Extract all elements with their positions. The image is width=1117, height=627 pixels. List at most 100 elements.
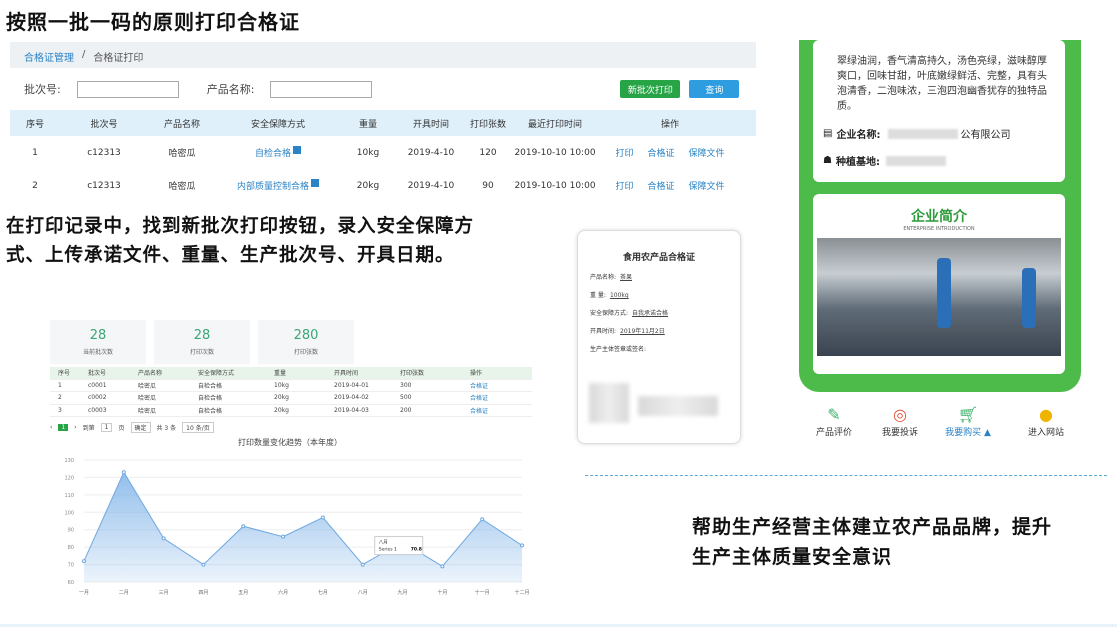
print-link[interactable]: 打印 <box>615 146 633 159</box>
stat-label: 打印张数 <box>293 349 318 356</box>
batch-input[interactable] <box>76 80 179 98</box>
x-tick-label: 七月 <box>318 589 328 596</box>
total-count: 共 3 条 <box>156 424 177 432</box>
certificate-key: 安全保障方式: <box>590 310 629 317</box>
y-tick-label: 110 <box>64 493 74 499</box>
factory-photo <box>817 238 1061 356</box>
cell: c0001 <box>88 381 107 389</box>
stat-label: 打印次数 <box>189 349 214 356</box>
cell: 20kg <box>356 180 380 191</box>
x-tick-label: 四月 <box>198 590 208 596</box>
certificate-key: 生产主体签章或签名: <box>590 346 647 353</box>
certificate-key: 重 量: <box>590 292 606 299</box>
stat-card: 28 当前批次数 <box>50 320 146 364</box>
query-button[interactable]: 查询 <box>689 80 740 98</box>
col-header: 序号 <box>58 370 71 378</box>
nav-buy[interactable]: 🛒︎ 我要购买 ▲ <box>933 405 1003 438</box>
certificate-value: 2019年11月2日 <box>620 328 665 335</box>
certificate-line: 安全保障方式: 自我承诺合格 <box>590 308 740 317</box>
print-link[interactable]: 打印 <box>615 179 633 192</box>
page-size-select[interactable]: 10 条/页 <box>182 421 214 433</box>
nav-label: 我要投诉 <box>881 428 918 438</box>
pagination: ‹ 1 › 到第 1 页 确定 共 3 条 10 条/页 <box>50 420 350 434</box>
cell: 2019-4-10 <box>407 147 455 158</box>
col-header: 重量 <box>274 370 287 378</box>
x-tick-label: 一月 <box>79 590 89 596</box>
cell: 90 <box>482 180 494 191</box>
signature-image <box>638 396 718 416</box>
cell: 哈密瓜 <box>168 182 196 192</box>
certificate-line: 重 量: 100kg <box>590 290 740 299</box>
col-header: 产品名称 <box>163 119 200 130</box>
breadcrumb-separator: / <box>82 49 86 60</box>
nav-label: 我要购买 ▲ <box>945 428 991 438</box>
prev-icon[interactable]: ‹ <box>50 424 52 431</box>
intro-subtitle: ENTERPRISE INTRODUCTION <box>903 226 975 232</box>
guarantee-file-link[interactable]: 保障文件 <box>689 146 725 159</box>
certificate-link[interactable]: 合格证 <box>647 179 674 192</box>
page-input[interactable]: 1 <box>100 422 113 432</box>
method-cell: 自检合格 <box>216 146 340 159</box>
data-point <box>121 470 126 475</box>
col-header: 批次号 <box>90 119 118 130</box>
nav-website[interactable]: ● 进入网站 <box>1011 405 1081 438</box>
new-batch-print-button[interactable]: 新批次打印 <box>620 80 681 98</box>
cell: 2 <box>32 180 38 191</box>
y-tick-label: 100 <box>64 510 74 516</box>
grid-icon[interactable] <box>293 146 301 154</box>
actions: 打印 合格证 保障文件 <box>600 146 740 159</box>
nav-review[interactable]: ✎ 产品评价 <box>799 405 869 438</box>
map-pin-icon: ☗ <box>823 155 832 166</box>
x-tick-label: 八月 <box>358 590 368 596</box>
method-link[interactable]: 内部质量控制合格 <box>237 182 309 192</box>
method-link[interactable]: 自检合格 <box>255 149 291 159</box>
x-tick-label: 六月 <box>278 589 288 596</box>
guarantee-file-link[interactable]: 保障文件 <box>689 179 725 192</box>
table-row: 3 c0003 哈密瓜 自检合格 20kg 2019-04-03 200 合格证 <box>50 405 532 417</box>
tooltip-value: 70.8 <box>411 547 422 553</box>
breadcrumb-link[interactable]: 合格证管理 <box>24 49 74 64</box>
cell: 10kg <box>356 147 380 158</box>
x-tick-label: 十二月 <box>514 589 529 596</box>
data-point <box>480 517 485 522</box>
certificate-link[interactable]: 合格证 <box>462 381 532 390</box>
nav-label: 产品评价 <box>815 428 852 438</box>
next-icon[interactable]: › <box>74 424 76 431</box>
tooltip-title: 八月 <box>379 540 388 546</box>
product-input[interactable] <box>270 80 373 98</box>
cell: 2019-04-02 <box>334 394 369 402</box>
y-tick-label: 80 <box>68 545 74 551</box>
stat-card: 28 打印次数 <box>154 320 250 364</box>
page-current[interactable]: 1 <box>58 423 69 431</box>
cell: 2019-4-10 <box>407 180 455 191</box>
breadcrumb: 合格证管理 / 合格证打印 <box>10 42 756 68</box>
data-point <box>201 562 206 567</box>
certificate-line: 生产主体签章或签名: <box>590 344 740 353</box>
certificate-print-panel: 合格证管理 / 合格证打印 批次号: 产品名称: 新批次打印 查询 序号 批次号… <box>10 42 756 200</box>
divider <box>585 475 1107 476</box>
cell: 200 <box>400 406 412 414</box>
stat-card: 280 打印张数 <box>258 320 354 364</box>
actions: 打印 合格证 保障文件 <box>600 179 740 192</box>
certificate-link[interactable]: 合格证 <box>462 406 532 415</box>
data-point <box>241 524 246 529</box>
nav-complaint[interactable]: ◎ 我要投诉 <box>865 405 935 438</box>
instruction-text: 在打印记录中，找到新批次打印按钮，录入安全保障方式、上传承诺文件、重量、生产批次… <box>6 216 475 266</box>
cell: 500 <box>400 394 412 402</box>
mobile-preview: 翠绿油润，香气清高持久，汤色亮绿，滋味醇厚爽口，回味甘甜，叶底嫩绿鲜活、完整，具… <box>799 40 1081 460</box>
cell: 自检合格 <box>198 395 223 403</box>
cell: 哈密瓜 <box>138 407 157 415</box>
certificate-link[interactable]: 合格证 <box>462 393 532 402</box>
grid-icon[interactable] <box>311 179 319 187</box>
cell: 3 <box>58 406 62 414</box>
company-name: 公有限公司 <box>960 130 1011 141</box>
certificate-link[interactable]: 合格证 <box>647 146 674 159</box>
cell: 20kg <box>274 406 289 414</box>
table-header: 序号 批次号 产品名称 安全保障方式 重量 开具时间 打印张数 操作 <box>50 367 532 380</box>
confirm-button[interactable]: 确定 <box>130 421 151 433</box>
data-point <box>161 536 166 541</box>
y-tick-label: 130 <box>64 458 74 464</box>
page-heading: 按照一批一码的原则打印合格证 <box>6 10 300 34</box>
cell: 20kg <box>274 394 289 402</box>
certificate-value: 茶果 <box>620 274 633 281</box>
